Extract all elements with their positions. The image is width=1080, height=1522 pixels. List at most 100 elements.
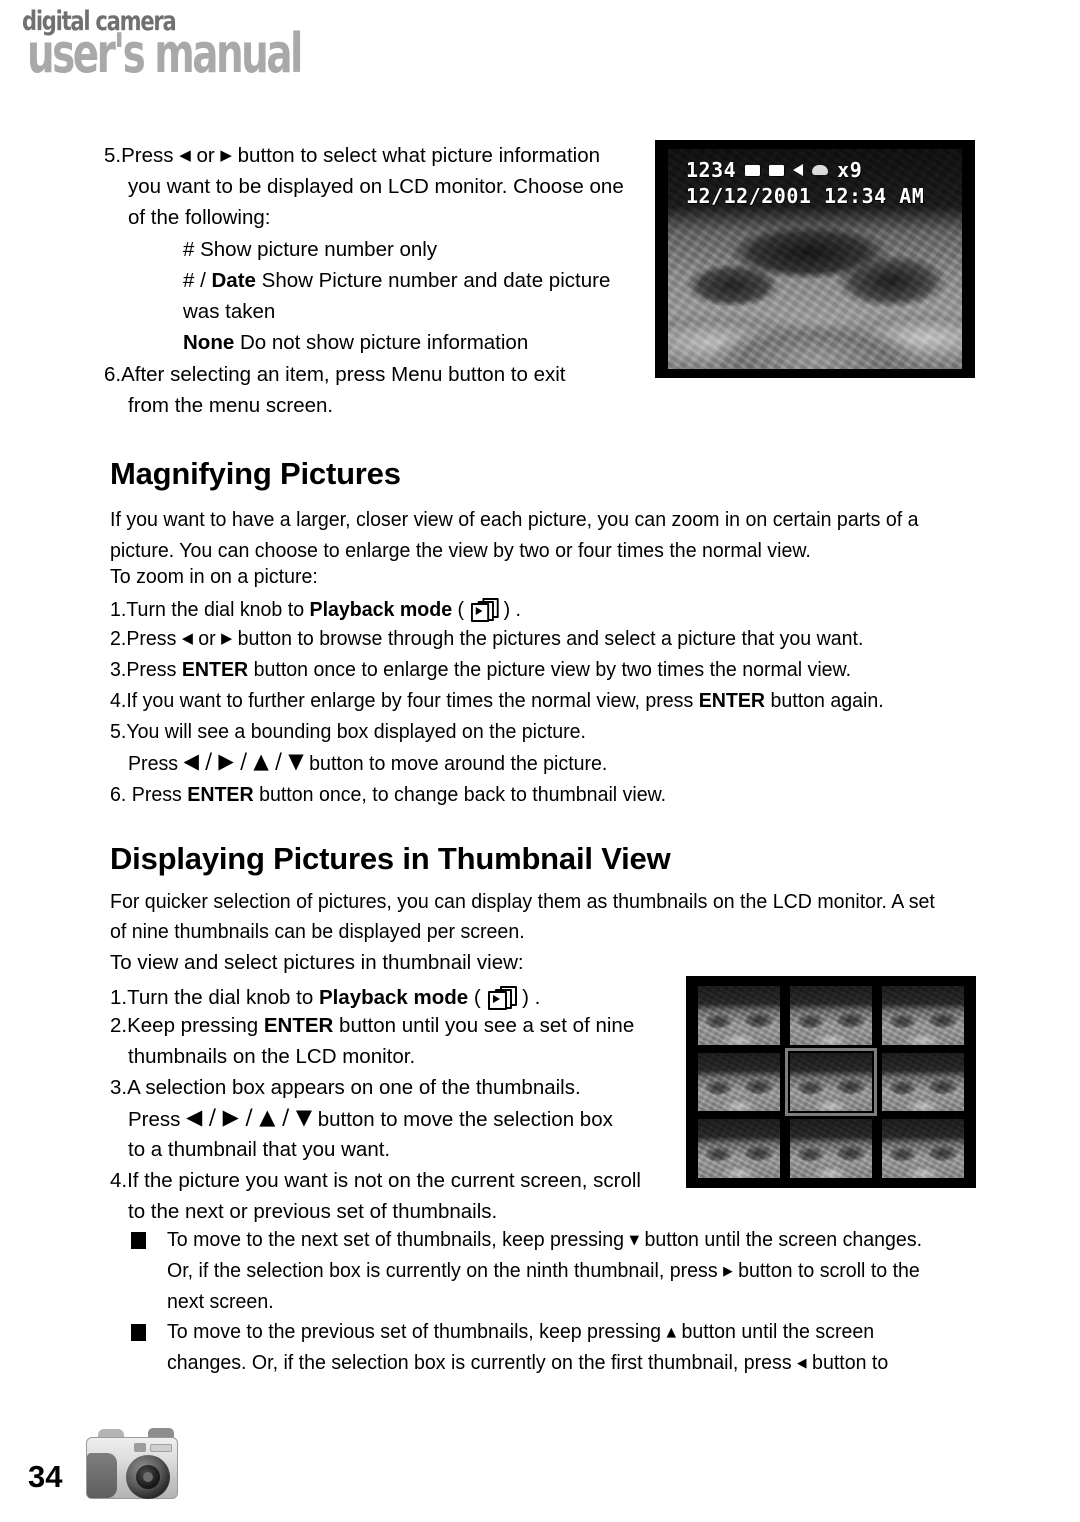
heading-thumbnail-view: Displaying Pictures in Thumbnail View <box>110 841 671 876</box>
thumbnail-cell-1 <box>698 986 780 1045</box>
thumbnail-step1-paren-close: ) . <box>522 986 541 1009</box>
playback-mode-icon <box>470 598 500 622</box>
thumbnail-intro-line1: For quicker selection of pictures, you c… <box>110 890 935 913</box>
memory-chip-icon-2 <box>769 164 785 176</box>
left-arrow-icon: ◀ <box>179 146 191 164</box>
option2-keyword: Date <box>211 269 256 292</box>
magnifying-step5-sub-prefix: Press <box>128 752 179 775</box>
bullet2-line2-suffix: button to <box>812 1351 889 1374</box>
magnifying-step4-suffix: button again. <box>770 689 884 712</box>
page-number: 34 <box>28 1459 63 1494</box>
magnifying-step6-suffix: button once, to change back to thumbnail… <box>259 783 667 806</box>
thumbnail-cell-6 <box>882 1052 964 1112</box>
bullet1-line1-suffix: button until the screen changes. <box>644 1228 923 1251</box>
step5-line1-suffix: button to select what picture informatio… <box>237 144 601 167</box>
magnifying-step3-keyword: ENTER <box>181 658 249 681</box>
thumbnail-cell-7 <box>698 1119 780 1178</box>
osd-datetime-row: 12/12/2001 12:34 AM <box>686 183 948 209</box>
lcd-monitor-preview-figure: 1234 x9 12/12/2001 12:34 AM <box>655 140 975 378</box>
option-none: None Do not show picture information <box>183 331 528 355</box>
magnifying-step5-sub-suffix: button to move around the picture. <box>309 752 608 775</box>
magnifying-step5: 5.You will see a bounding box displayed … <box>110 720 587 743</box>
thumbnail-step2: 2.Keep pressing ENTER button until you s… <box>110 1014 634 1038</box>
thumbnail-image-7 <box>698 1119 780 1178</box>
thumbnail-step1-keyword: Playback mode <box>318 986 469 1009</box>
square-bullet-icon-2 <box>131 1324 146 1341</box>
osd-time: 12:34 AM <box>823 184 925 208</box>
thumbnail-cell-4 <box>698 1052 780 1112</box>
magnifying-step1: 1.Turn the dial knob to Playback mode ( … <box>110 594 521 622</box>
thumbnail-step1-paren-open: ( <box>473 986 481 1009</box>
page-content: 5.Press ◀ or ▶ button to select what pic… <box>0 0 1080 1522</box>
thumbnail-image-8 <box>790 1119 872 1178</box>
left-arrow-icon-2: ◀ <box>181 629 193 647</box>
right-arrow-icon: ▶ <box>220 146 232 164</box>
magnifying-step1-prefix: 1.Turn the dial knob to <box>110 598 305 621</box>
bullet2-line1-suffix: button until the screen <box>681 1320 875 1343</box>
thumbnail-step2-line2: thumbnails on the LCD monitor. <box>128 1045 416 1068</box>
thumbnail-grid-figure <box>686 976 976 1188</box>
step5-line1: 5.Press ◀ or ▶ button to select what pic… <box>104 144 600 169</box>
thumbnail-image-1 <box>698 986 780 1045</box>
bullet1-line2: Or, if the selection box is currently on… <box>167 1259 920 1286</box>
magnifying-intro-line2: picture. You can choose to enlarge the v… <box>110 539 811 562</box>
magnifying-step2: 2.Press ◀ or ▶ button to browse through … <box>110 627 863 652</box>
thumbnail-intro-line3: To view and select pictures in thumbnail… <box>110 951 524 974</box>
step6-line1: 6.After selecting an item, press Menu bu… <box>104 363 566 386</box>
camera-flash <box>150 1444 172 1452</box>
option2-line2: was taken <box>183 300 276 323</box>
thumbnail-step4-line1: 4.If the picture you want is not on the … <box>110 1169 641 1192</box>
option-number-only: # Show picture number only <box>183 238 438 261</box>
bullet2-line1-prefix: To move to the previous set of thumbnail… <box>167 1320 662 1343</box>
square-bullet-icon-1 <box>131 1232 146 1249</box>
memory-chip-icon <box>745 164 761 176</box>
osd-zoom-label: x9 <box>837 158 863 182</box>
bullet2-line1: To move to the previous set of thumbnail… <box>167 1320 874 1347</box>
thumbnail-image-3 <box>882 986 964 1045</box>
thumbnail-image-5 <box>790 1052 872 1112</box>
magnifying-step3-suffix: button once to enlarge the picture view … <box>253 658 852 681</box>
thumbnail-cell-8 <box>790 1119 872 1178</box>
direction-pad-arrows-icon-2: ◀ / ▶ / ▲ / ▼ <box>186 1105 312 1129</box>
option3-suffix: Do not show picture information <box>239 331 529 354</box>
thumbnail-step3-sub-suffix: button to move the selection box <box>317 1108 613 1131</box>
magnifying-intro-line3: To zoom in on a picture: <box>110 565 318 588</box>
bullet1-line1-prefix: To move to the next set of thumbnails, k… <box>167 1228 625 1251</box>
thumbnail-step3-sub-line2: to a thumbnail that you want. <box>128 1138 391 1161</box>
thumbnail-step2-keyword: ENTER <box>263 1014 334 1037</box>
thumbnail-image-9 <box>882 1119 964 1178</box>
magnifying-step6-prefix: 6. Press <box>110 783 182 806</box>
camera-illustration <box>82 1425 182 1503</box>
magnifying-step2-or: or <box>198 627 216 650</box>
magnifying-step1-paren-open: ( <box>457 598 465 621</box>
thumbnail-step3-sub: Press ◀ / ▶ / ▲ / ▼ button to move the s… <box>128 1105 613 1132</box>
osd-picture-number: 1234 <box>686 158 737 182</box>
option-number-and-date: # / Date Show Picture number and date pi… <box>183 269 610 293</box>
thumbnail-step3-sub-prefix: Press <box>128 1108 181 1131</box>
thumbnail-cell-2 <box>790 986 872 1045</box>
magnifying-step1-keyword: Playback mode <box>309 598 453 621</box>
down-arrow-icon: ▼ <box>629 1233 640 1248</box>
step5-line3: of the following: <box>128 206 271 229</box>
bullet1-line3: next screen. <box>167 1290 274 1313</box>
magnifying-intro-line1: If you want to have a larger, closer vie… <box>110 508 919 531</box>
magnifying-step4-keyword: ENTER <box>698 689 766 712</box>
thumbnail-image-6 <box>882 1052 964 1112</box>
up-arrow-icon: ▲ <box>666 1325 677 1340</box>
bullet2-line2: changes. Or, if the selection box is cur… <box>167 1351 888 1378</box>
step5-or-label: or <box>196 144 215 167</box>
lcd-osd-overlay: 1234 x9 12/12/2001 12:34 AM <box>686 157 948 209</box>
magnifying-step6-keyword: ENTER <box>187 783 254 806</box>
thumbnail-step2-prefix: 2.Keep pressing <box>110 1014 259 1037</box>
camera-grip <box>87 1453 117 1498</box>
heading-magnifying-pictures: Magnifying Pictures <box>110 456 401 491</box>
thumbnail-intro-line2: of nine thumbnails can be displayed per … <box>110 920 525 943</box>
thumbnail-step3: 3.A selection box appears on one of the … <box>110 1076 581 1099</box>
magnifying-step3: 3.Press ENTER button once to enlarge the… <box>110 658 851 682</box>
option2-suffix: Show Picture number and date picture <box>261 269 611 292</box>
playback-mode-icon-2 <box>487 986 518 1010</box>
camera-lens-core <box>143 1472 153 1482</box>
magnifying-step5-sub: Press ◀ / ▶ / ▲ / ▼ button to move aroun… <box>128 749 608 776</box>
lcd-screen-area: 1234 x9 12/12/2001 12:34 AM <box>668 149 962 369</box>
step5-line2: you want to be displayed on LCD monitor.… <box>128 175 624 198</box>
